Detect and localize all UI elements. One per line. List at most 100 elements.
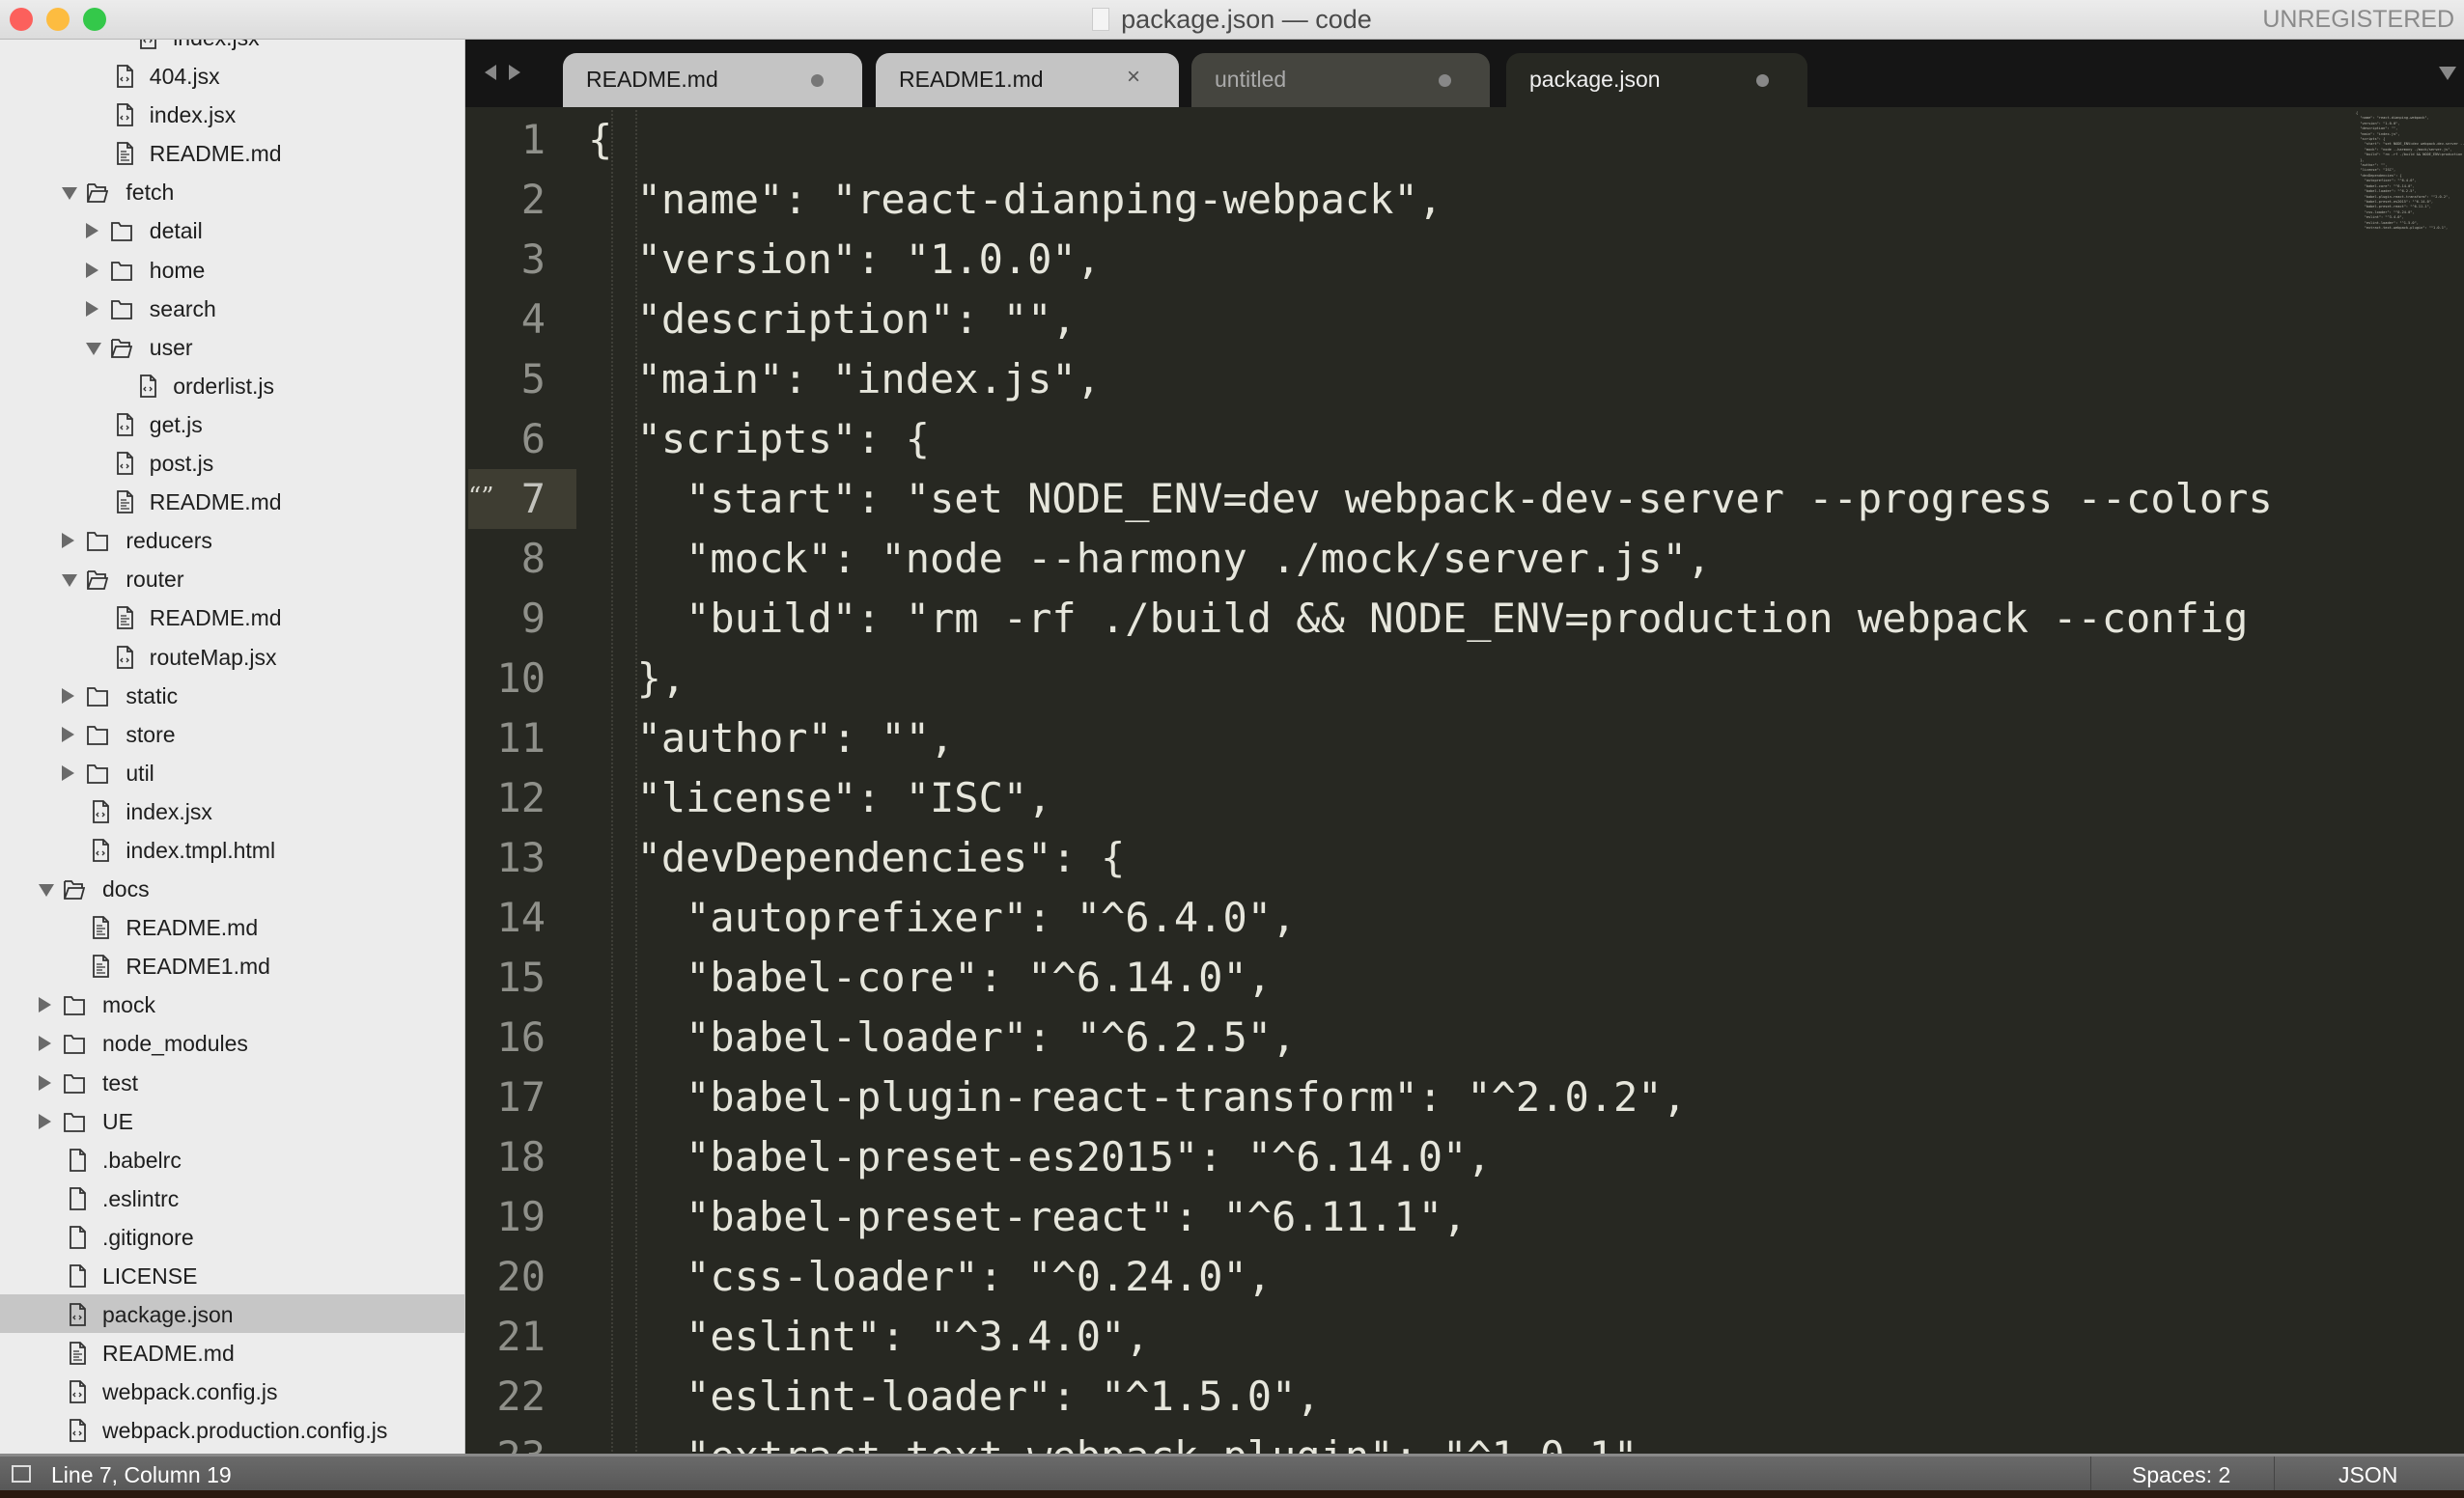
tab-scroll-right-icon[interactable] [509,65,520,80]
code-text[interactable]: "babel-loader": "^6.2.5", [588,1008,1296,1068]
sidebar-file-readme-md[interactable]: README.md [0,597,464,636]
sidebar-folder-store[interactable]: store [0,714,464,753]
sidebar-file-index-jsx[interactable]: index.jsx [0,791,464,830]
tab-untitled[interactable]: untitled [1191,53,1490,107]
tab-modified-dot-icon[interactable] [1756,74,1769,87]
sidebar-file-readme1-md[interactable]: README1.md [0,946,464,985]
code-line[interactable]: 21 "eslint": "^3.4.0", [465,1307,2464,1367]
code-text[interactable]: "mock": "node --harmony ./mock/server.js… [588,529,1711,589]
code-line[interactable]: 5 "main": "index.js", [465,349,2464,409]
code-text[interactable]: "extract-text-webpack-plugin": "^1.0.1", [588,1427,1662,1454]
sidebar-file-package-json[interactable]: package.json [0,1294,464,1334]
code-line[interactable]: 18 "babel-preset-es2015": "^6.14.0", [465,1127,2464,1187]
code-text[interactable]: "eslint": "^3.4.0", [588,1307,1149,1367]
sidebar-folder-ue[interactable]: UE [0,1101,464,1140]
code-text[interactable]: "main": "index.js", [588,349,1101,409]
code-line[interactable]: 4 "description": "", [465,290,2464,349]
disclosure-open-icon[interactable] [39,884,54,898]
code-text[interactable]: "license": "ISC", [588,768,1052,828]
sidebar-file-get-js[interactable]: get.js [0,404,464,443]
code-text[interactable]: "devDependencies": { [588,828,1126,888]
sidebar-file-404-jsx[interactable]: 404.jsx [0,56,464,95]
disclosure-closed-icon[interactable] [85,262,98,278]
code-line[interactable]: “” 7 "start": "set NODE_ENV=dev webpack-d… [465,469,2464,529]
disclosure-open-icon[interactable] [85,342,101,355]
sidebar-folder-docs[interactable]: docs [0,869,464,907]
code-line[interactable]: 23 "extract-text-webpack-plugin": "^1.0.… [465,1427,2464,1454]
code-line[interactable]: 20 "css-loader": "^0.24.0", [465,1247,2464,1307]
disclosure-closed-icon[interactable] [85,223,98,239]
code-line[interactable]: 16 "babel-loader": "^6.2.5", [465,1008,2464,1068]
code-text[interactable]: "autoprefixer": "^6.4.0", [588,888,1296,948]
code-text[interactable]: "name": "react-dianping-webpack", [588,170,1442,230]
disclosure-closed-icon[interactable] [39,997,51,1013]
sidebar-file-license[interactable]: LICENSE [0,1256,464,1294]
code-line[interactable]: 15 "babel-core": "^6.14.0", [465,948,2464,1008]
code-line[interactable]: 3 "version": "1.0.0", [465,230,2464,290]
tab-readme-md[interactable]: README.md [563,53,862,107]
indentation-setting[interactable]: Spaces: 2 [2132,1462,2230,1488]
sidebar-file-routemap-jsx[interactable]: routeMap.jsx [0,637,464,676]
disclosure-open-icon[interactable] [62,187,78,201]
minimap[interactable]: { "name": "react-dianping-webpack", "ver… [2350,107,2464,1454]
sidebar-file-readme-md[interactable]: README.md [0,1333,464,1372]
panel-toggle-icon[interactable] [12,1465,31,1483]
code-text[interactable]: "babel-plugin-react-transform": "^2.0.2"… [588,1068,1687,1127]
code-line[interactable]: 9 "build": "rm -rf ./build && NODE_ENV=p… [465,589,2464,649]
disclosure-closed-icon[interactable] [62,687,75,704]
code-line[interactable]: 14 "autoprefixer": "^6.4.0", [465,888,2464,948]
tab-close-icon[interactable]: × [1127,64,1140,91]
sidebar-folder-fetch[interactable]: fetch [0,172,464,210]
sidebar-folder-router[interactable]: router [0,559,464,597]
sidebar-file-webpack-config-js[interactable]: webpack.config.js [0,1372,464,1410]
code-text[interactable]: "description": "", [588,290,1077,349]
code-line[interactable]: 22 "eslint-loader": "^1.5.0", [465,1367,2464,1427]
sidebar-file--gitignore[interactable]: .gitignore [0,1217,464,1256]
disclosure-closed-icon[interactable] [85,300,98,317]
sidebar-file-index-jsx[interactable]: index.jsx [0,95,464,133]
code-line[interactable]: 12 "license": "ISC", [465,768,2464,828]
tab-scroll-left-icon[interactable] [485,65,496,80]
sidebar-file--babelrc[interactable]: .babelrc [0,1140,464,1179]
code-line[interactable]: 17 "babel-plugin-react-transform": "^2.0… [465,1068,2464,1127]
code-text[interactable]: "babel-preset-react": "^6.11.1", [588,1187,1467,1247]
sidebar-folder-reducers[interactable]: reducers [0,520,464,559]
code-text[interactable]: "author": "", [588,708,955,768]
code-line[interactable]: 11 "author": "", [465,708,2464,768]
sidebar-file-readme-md[interactable]: README.md [0,907,464,946]
sidebar-folder-detail[interactable]: detail [0,210,464,249]
sidebar-folder-util[interactable]: util [0,753,464,791]
code-lines[interactable]: 1{2 "name": "react-dianping-webpack", 3 "… [465,110,2464,1454]
code-line[interactable]: 19 "babel-preset-react": "^6.11.1", [465,1187,2464,1247]
sidebar-file-readme-md[interactable]: README.md [0,482,464,520]
code-text[interactable]: "babel-core": "^6.14.0", [588,948,1272,1008]
tab-package-json[interactable]: package.json [1506,53,1807,107]
sidebar-file--eslintrc[interactable]: .eslintrc [0,1179,464,1217]
code-text[interactable]: "css-loader": "^0.24.0", [588,1247,1272,1307]
disclosure-closed-icon[interactable] [39,1036,51,1052]
code-text[interactable]: "scripts": { [588,409,930,469]
code-text[interactable]: "eslint-loader": "^1.5.0", [588,1367,1320,1427]
disclosure-closed-icon[interactable] [62,764,75,781]
tab-modified-dot-icon[interactable] [811,74,824,87]
sidebar-folder-search[interactable]: search [0,289,464,327]
code-text[interactable]: "version": "1.0.0", [588,230,1101,290]
sidebar-folder-test[interactable]: test [0,1063,464,1101]
code-line[interactable]: 1{ [465,110,2464,170]
disclosure-closed-icon[interactable] [39,1113,51,1129]
code-text[interactable]: "babel-preset-es2015": "^6.14.0", [588,1127,1491,1187]
disclosure-closed-icon[interactable] [62,726,75,742]
code-text[interactable]: }, [588,649,686,708]
code-line[interactable]: 10 }, [465,649,2464,708]
syntax-selector[interactable]: JSON [2338,1462,2397,1488]
sidebar-folder-node-modules[interactable]: node_modules [0,1023,464,1062]
disclosure-closed-icon[interactable] [62,533,75,549]
sidebar-file-index-jsx[interactable]: index.jsx [0,40,464,56]
sidebar-folder-mock[interactable]: mock [0,985,464,1023]
tab-modified-dot-icon[interactable] [1439,74,1451,87]
sidebar-file-post-js[interactable]: post.js [0,443,464,482]
code-text[interactable]: "start": "set NODE_ENV=dev webpack-dev-s… [588,469,2273,529]
code-text[interactable]: "build": "rm -rf ./build && NODE_ENV=pro… [588,589,2248,649]
disclosure-closed-icon[interactable] [39,1074,51,1091]
code-line[interactable]: 13 "devDependencies": { [465,828,2464,888]
